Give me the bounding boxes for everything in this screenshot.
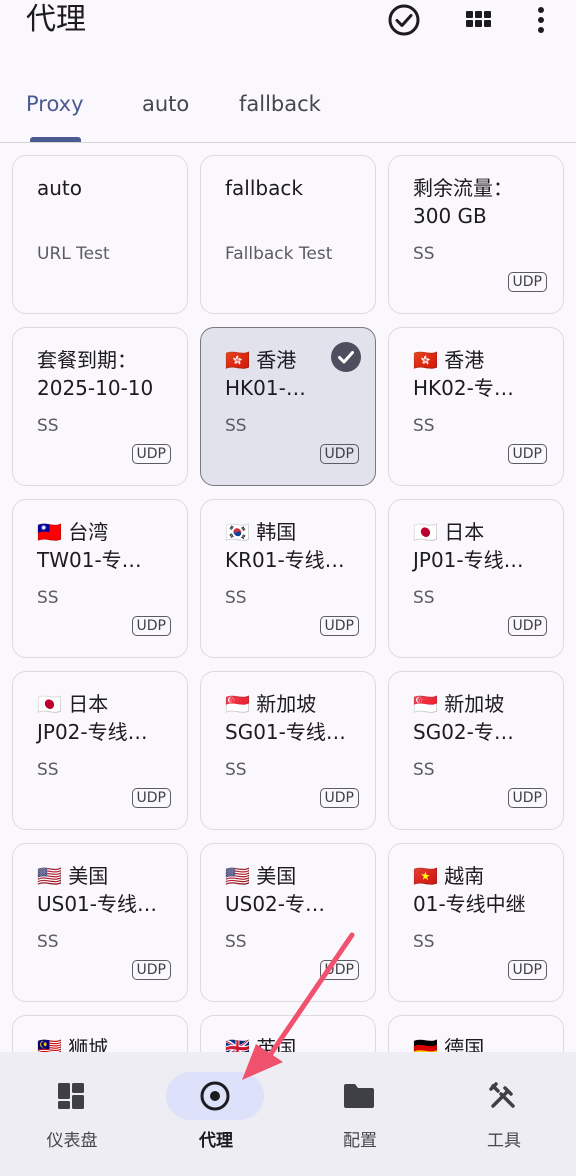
dashboard-icon <box>51 1076 91 1116</box>
proxy-grid: auto URL Test fallback Fallback Test 剩余流量： 3… <box>0 143 576 1052</box>
proxy-type: SS <box>413 760 435 780</box>
proxy-type: SS <box>225 588 247 608</box>
proxy-group-tabs: Proxy auto fallback <box>0 70 576 143</box>
nav-item-profiles[interactable]: 配置 <box>288 1052 432 1176</box>
proxy-name: 🇭🇰 香港 HK02-专… <box>413 348 514 400</box>
proxy-card[interactable]: 剩余流量： 300 GB SS UDP <box>388 155 564 314</box>
proxy-name: 🇰🇷 韩国 KR01-专线… <box>225 520 345 572</box>
proxy-type: SS <box>225 932 247 952</box>
udp-badge: UDP <box>319 960 359 980</box>
page-title: 代理 <box>26 2 86 37</box>
tab-auto[interactable]: auto <box>142 92 189 116</box>
proxy-type: SS <box>413 932 435 952</box>
proxy-type: SS <box>413 244 435 264</box>
proxy-name: 🇸🇬 新加坡 SG02-专… <box>413 692 514 744</box>
proxy-name: fallback <box>225 176 303 200</box>
proxy-card[interactable]: 🇭🇰 香港 HK01-… SS UDP <box>200 327 376 486</box>
udp-badge: UDP <box>131 788 171 808</box>
proxy-name: 套餐到期： 2025-10-10 <box>37 348 154 400</box>
proxy-type: Fallback Test <box>225 244 333 264</box>
proxy-type: URL Test <box>37 244 110 264</box>
udp-badge: UDP <box>507 272 547 292</box>
proxy-type: SS <box>37 416 59 436</box>
proxy-type: SS <box>413 416 435 436</box>
proxy-name: 🇸🇬 新加坡 SG01-专线… <box>225 692 346 744</box>
nav-label: 代理 <box>199 1131 233 1151</box>
proxy-name: 🇺🇸 美国 US01-专线… <box>37 864 157 916</box>
proxy-card[interactable]: 🇺🇸 美国 US02-专… SS UDP <box>200 843 376 1002</box>
proxy-name: 🇯🇵 日本 JP01-专线… <box>413 520 524 572</box>
nav-item-proxy[interactable]: 代理 <box>144 1052 288 1176</box>
proxy-card[interactable]: 🇬🇧 英国 <box>200 1015 376 1052</box>
nav-item-dashboard[interactable]: 仪表盘 <box>0 1052 144 1176</box>
udp-badge: UDP <box>131 960 171 980</box>
udp-badge: UDP <box>319 788 359 808</box>
tab-indicator <box>30 137 81 142</box>
proxy-type: SS <box>37 932 59 952</box>
proxy-type: SS <box>413 588 435 608</box>
check-circle-icon[interactable] <box>386 2 422 38</box>
proxy-card[interactable]: 🇯🇵 日本 JP01-专线… SS UDP <box>388 499 564 658</box>
udp-badge: UDP <box>131 444 171 464</box>
proxy-type: SS <box>37 588 59 608</box>
proxy-type: SS <box>225 416 247 436</box>
proxy-card[interactable]: auto URL Test <box>12 155 188 314</box>
more-vert-icon[interactable] <box>523 2 559 38</box>
proxy-type: SS <box>225 760 247 780</box>
tab-fallback[interactable]: fallback <box>239 92 321 116</box>
udp-badge: UDP <box>507 788 547 808</box>
bottom-nav: 仪表盘 代理 配置 工具 <box>0 1052 576 1176</box>
proxy-name: 🇩🇪 德国 <box>413 1036 485 1052</box>
proxy-card[interactable]: 🇩🇪 德国 <box>388 1015 564 1052</box>
selected-check-icon <box>331 342 361 372</box>
proxy-card[interactable]: 🇲🇾 狮城 <box>12 1015 188 1052</box>
proxy-name: auto <box>37 176 83 200</box>
proxy-name: 🇯🇵 日本 JP02-专线… <box>37 692 148 744</box>
proxy-card[interactable]: 🇸🇬 新加坡 SG01-专线… SS UDP <box>200 671 376 830</box>
nav-label: 工具 <box>487 1131 521 1151</box>
grid-icon[interactable] <box>460 2 496 38</box>
proxy-name: 🇺🇸 美国 US02-专… <box>225 864 325 916</box>
udp-badge: UDP <box>131 616 171 636</box>
nav-label: 仪表盘 <box>46 1131 98 1151</box>
proxy-name: 🇻🇳 越南 01-专线中继 <box>413 864 526 916</box>
proxy-card[interactable]: fallback Fallback Test <box>200 155 376 314</box>
proxy-card[interactable]: 🇰🇷 韩国 KR01-专线… SS UDP <box>200 499 376 658</box>
app-bar: 代理 <box>0 0 576 60</box>
tools-icon <box>483 1076 523 1116</box>
proxy-card[interactable]: 🇻🇳 越南 01-专线中继 SS UDP <box>388 843 564 1002</box>
proxy-card[interactable]: 🇹🇼 台湾 TW01-专… SS UDP <box>12 499 188 658</box>
proxy-name: 剩余流量： 300 GB <box>413 176 513 228</box>
proxy-card[interactable]: 🇯🇵 日本 JP02-专线… SS UDP <box>12 671 188 830</box>
udp-badge: UDP <box>319 616 359 636</box>
proxy-card[interactable]: 套餐到期： 2025-10-10 SS UDP <box>12 327 188 486</box>
nav-item-tools[interactable]: 工具 <box>432 1052 576 1176</box>
proxy-card[interactable]: 🇸🇬 新加坡 SG02-专… SS UDP <box>388 671 564 830</box>
folder-icon <box>339 1076 379 1116</box>
proxy-name: 🇹🇼 台湾 TW01-专… <box>37 520 142 572</box>
radio-button-icon <box>195 1076 235 1116</box>
udp-badge: UDP <box>507 444 547 464</box>
proxy-card[interactable]: 🇺🇸 美国 US01-专线… SS UDP <box>12 843 188 1002</box>
proxy-card[interactable]: 🇭🇰 香港 HK02-专… SS UDP <box>388 327 564 486</box>
tab-proxy[interactable]: Proxy <box>26 92 84 116</box>
udp-badge: UDP <box>319 444 359 464</box>
nav-label: 配置 <box>343 1131 377 1151</box>
proxy-name: 🇲🇾 狮城 <box>37 1036 109 1052</box>
udp-badge: UDP <box>507 960 547 980</box>
proxy-type: SS <box>37 760 59 780</box>
udp-badge: UDP <box>507 616 547 636</box>
proxy-name: 🇬🇧 英国 <box>225 1036 297 1052</box>
